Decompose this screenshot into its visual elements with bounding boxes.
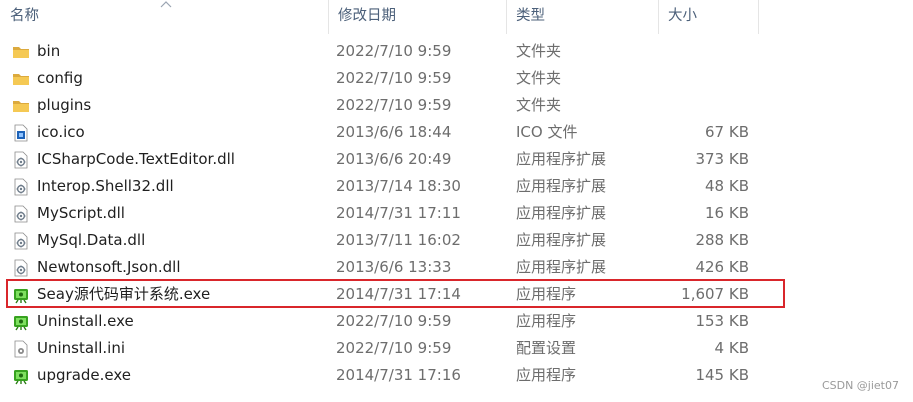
file-name: Uninstall.exe	[37, 312, 134, 330]
column-header-bar: 名称 修改日期 类型 大小	[0, 0, 913, 34]
file-row[interactable]: Uninstall.ini 2022/7/10 9:59 配置设置 4 KB	[0, 335, 913, 362]
file-type: 应用程序扩展	[516, 258, 607, 276]
file-date: 2013/6/6 20:49	[336, 150, 452, 168]
file-name: config	[37, 69, 83, 87]
column-header-size[interactable]: 大小	[658, 0, 758, 34]
file-size: 153 KB	[695, 312, 749, 330]
file-date: 2013/6/6 13:33	[336, 258, 452, 276]
file-row[interactable]: ICSharpCode.TextEditor.dll 2013/6/6 20:49…	[0, 146, 913, 173]
file-name: Uninstall.ini	[37, 339, 125, 357]
file-size: 145 KB	[695, 366, 749, 384]
file-row[interactable]: MyScript.dll 2014/7/31 17:11 应用程序扩展 16 KB	[0, 200, 913, 227]
file-row[interactable]: Uninstall.exe 2022/7/10 9:59 应用程序 153 KB	[0, 308, 913, 335]
file-date: 2014/7/31 17:11	[336, 204, 461, 222]
file-name: bin	[37, 42, 61, 60]
file-name: ICSharpCode.TextEditor.dll	[37, 150, 235, 168]
file-date: 2013/6/6 18:44	[336, 123, 452, 141]
ini-settings-icon	[12, 340, 30, 358]
dll-icon	[12, 205, 30, 223]
file-type: 文件夹	[516, 96, 562, 114]
file-date: 2014/7/31 17:16	[336, 366, 461, 384]
file-date: 2013/7/11 16:02	[336, 231, 461, 249]
file-type: 配置设置	[516, 339, 577, 357]
file-size: 373 KB	[695, 150, 749, 168]
file-name: plugins	[37, 96, 92, 114]
column-header-type[interactable]: 类型	[506, 0, 658, 34]
folder-icon	[12, 70, 30, 88]
column-header-date[interactable]: 修改日期	[328, 0, 506, 34]
file-date: 2022/7/10 9:59	[336, 96, 452, 114]
file-row[interactable]: Newtonsoft.Json.dll 2013/6/6 13:33 应用程序扩展 4…	[0, 254, 913, 281]
file-size: 67 KB	[705, 123, 749, 141]
highlight-box	[6, 279, 785, 308]
dll-icon	[12, 232, 30, 250]
file-name: Interop.Shell32.dll	[37, 177, 174, 195]
folder-icon	[12, 43, 30, 61]
app-exe-icon	[12, 367, 30, 385]
app-exe-icon	[12, 313, 30, 331]
file-type: 应用程序	[516, 366, 577, 384]
column-divider[interactable]	[758, 0, 759, 34]
file-type: 应用程序扩展	[516, 204, 607, 222]
file-row[interactable]: bin 2022/7/10 9:59 文件夹	[0, 38, 913, 65]
folder-icon	[12, 97, 30, 115]
file-type: 应用程序	[516, 312, 577, 330]
column-header-size-label: 大小	[668, 8, 697, 24]
ico-file-icon	[12, 124, 30, 142]
file-size: 288 KB	[695, 231, 749, 249]
file-size: 4 KB	[714, 339, 749, 357]
watermark: CSDN @jiet07	[821, 379, 899, 392]
column-header-date-label: 修改日期	[338, 8, 396, 24]
file-size: 48 KB	[705, 177, 749, 195]
column-header-name-label: 名称	[10, 8, 39, 24]
file-name: MySql.Data.dll	[37, 231, 146, 249]
dll-icon	[12, 151, 30, 169]
column-header-type-label: 类型	[516, 8, 545, 24]
sort-ascending-icon	[160, 1, 172, 8]
file-date: 2022/7/10 9:59	[336, 339, 452, 357]
file-date: 2013/7/14 18:30	[336, 177, 461, 195]
file-row[interactable]: MySql.Data.dll 2013/7/11 16:02 应用程序扩展 288 K…	[0, 227, 913, 254]
file-size: 16 KB	[705, 204, 749, 222]
file-row[interactable]: ico.ico 2013/6/6 18:44 ICO 文件 67 KB	[0, 119, 913, 146]
file-name: ico.ico	[37, 123, 85, 141]
file-name: MyScript.dll	[37, 204, 125, 222]
file-type: 应用程序扩展	[516, 150, 607, 168]
file-row[interactable]: Interop.Shell32.dll 2013/7/14 18:30 应用程序扩展…	[0, 173, 913, 200]
file-name: Newtonsoft.Json.dll	[37, 258, 181, 276]
file-date: 2022/7/10 9:59	[336, 42, 452, 60]
file-row[interactable]: config 2022/7/10 9:59 文件夹	[0, 65, 913, 92]
file-date: 2022/7/10 9:59	[336, 69, 452, 87]
file-type: 文件夹	[516, 42, 562, 60]
file-date: 2022/7/10 9:59	[336, 312, 452, 330]
file-name: upgrade.exe	[37, 366, 132, 384]
file-row[interactable]: upgrade.exe 2014/7/31 17:16 应用程序 145 KB	[0, 362, 913, 389]
dll-icon	[12, 178, 30, 196]
file-type: 应用程序扩展	[516, 231, 607, 249]
file-type: 应用程序扩展	[516, 177, 607, 195]
file-size: 426 KB	[695, 258, 749, 276]
file-type: 文件夹	[516, 69, 562, 87]
file-row[interactable]: plugins 2022/7/10 9:59 文件夹	[0, 92, 913, 119]
file-type: ICO 文件	[516, 123, 578, 141]
dll-icon	[12, 259, 30, 277]
